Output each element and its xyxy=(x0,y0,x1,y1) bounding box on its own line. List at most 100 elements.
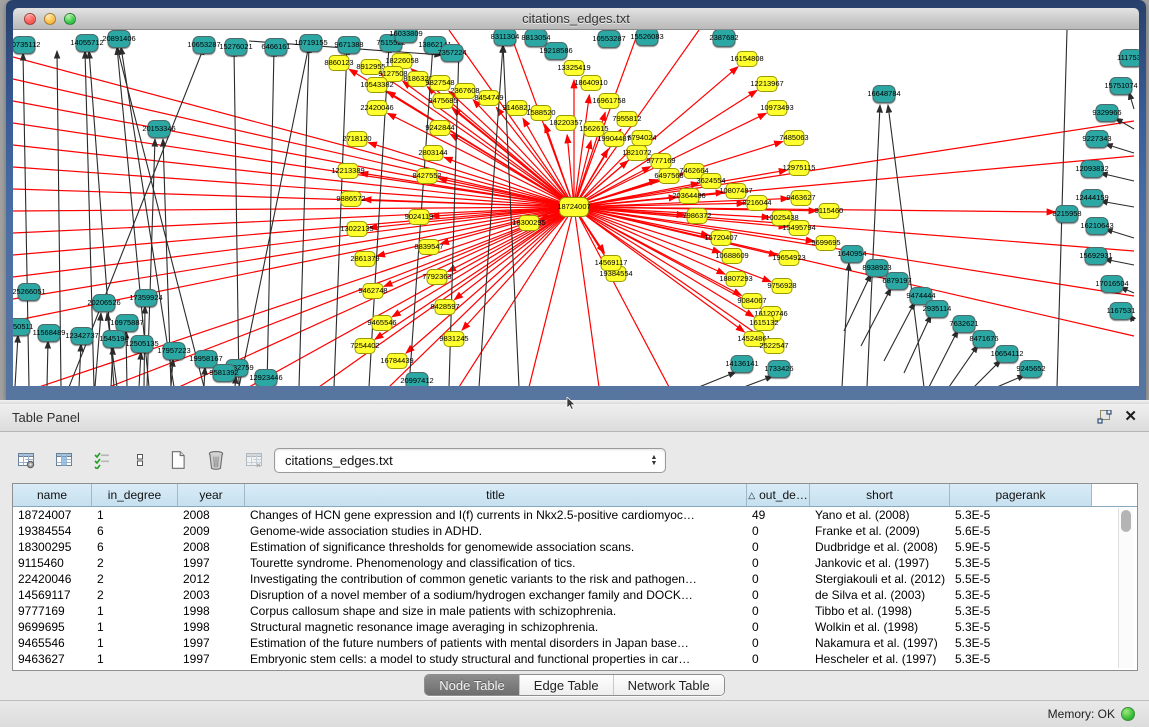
network-node[interactable]: 9227343 xyxy=(1086,130,1109,148)
network-node[interactable]: 10807487 xyxy=(726,183,747,199)
delete-icon[interactable] xyxy=(204,448,228,472)
table-cell[interactable]: 9463627 xyxy=(13,651,92,667)
network-node[interactable]: 13325419 xyxy=(564,60,585,76)
table-row[interactable]: 1830029562008Estimation of significance … xyxy=(13,539,1137,555)
network-node[interactable]: 16784439 xyxy=(387,353,408,369)
network-node[interactable]: 16648784 xyxy=(873,85,896,103)
network-node[interactable]: 8427552 xyxy=(417,168,438,184)
table-scrollbar[interactable] xyxy=(1118,508,1133,668)
table-cell[interactable]: 1998 xyxy=(178,619,245,635)
table-cell[interactable]: 1997 xyxy=(178,635,245,651)
network-node[interactable]: 10543382 xyxy=(367,77,388,93)
table-row[interactable]: 1872400712008Changes of HCN gene express… xyxy=(13,507,1137,523)
network-node[interactable]: 7986372 xyxy=(687,208,708,224)
network-node[interactable]: 14136141 xyxy=(731,355,754,373)
table-cell[interactable]: Estimation of significance thresholds fo… xyxy=(245,539,747,555)
network-node[interactable]: 12342737 xyxy=(71,327,94,345)
table-cell[interactable]: Changes of HCN gene expression and I(f) … xyxy=(245,507,747,523)
network-node[interactable]: 9756928 xyxy=(772,278,793,294)
network-node[interactable]: 12444159 xyxy=(1081,189,1104,207)
network-node[interactable]: 10719155 xyxy=(300,34,323,52)
network-node[interactable]: 15692931 xyxy=(1085,247,1108,265)
table-row[interactable]: 946554611997Estimation of the future num… xyxy=(13,635,1137,651)
network-node[interactable]: 12213389 xyxy=(338,163,359,179)
table-cell[interactable]: 2 xyxy=(92,571,178,587)
network-node[interactable]: 20364486 xyxy=(679,188,700,204)
table-cell[interactable]: Tourette syndrome. Phenomenology and cla… xyxy=(245,555,747,571)
column-header-pagerank[interactable]: pagerank xyxy=(950,484,1092,506)
table-row[interactable]: 911546021997Tourette syndrome. Phenomeno… xyxy=(13,555,1137,571)
network-node[interactable]: 16154808 xyxy=(737,51,758,67)
network-node[interactable]: 19654923 xyxy=(779,250,800,266)
table-cell[interactable]: Tibbo et al. (1998) xyxy=(810,603,950,619)
network-node[interactable]: 8454749 xyxy=(479,90,500,106)
table-cell[interactable]: 9465546 xyxy=(13,635,92,651)
network-node[interactable]: 12093832 xyxy=(1081,160,1104,178)
network-node[interactable]: 10654112 xyxy=(996,345,1019,363)
table-cell[interactable]: 1 xyxy=(92,507,178,523)
table-cell[interactable]: 5.3E-5 xyxy=(950,651,1092,667)
table-cell[interactable]: Investigating the contribution of common… xyxy=(245,571,747,587)
table-cell[interactable]: Franke et al. (2009) xyxy=(810,523,950,539)
network-node[interactable]: 8428597 xyxy=(435,299,456,315)
table-cell[interactable]: 0 xyxy=(747,619,810,635)
network-node[interactable]: 13022135 xyxy=(347,221,368,237)
network-node[interactable]: 2522547 xyxy=(764,338,785,354)
network-canvas[interactable]: 2073511214055712208914061065328715276021… xyxy=(13,30,1139,386)
table-row[interactable]: 1938455462009Genome-wide association stu… xyxy=(13,523,1137,539)
network-node[interactable]: 20153346 xyxy=(148,120,171,138)
network-node[interactable]: 1821072 xyxy=(627,145,648,161)
network-node[interactable]: 9115460 xyxy=(819,203,840,219)
table-cell[interactable]: 2008 xyxy=(178,539,245,555)
table-cell[interactable]: 1 xyxy=(92,635,178,651)
table-cell[interactable]: 0 xyxy=(747,603,810,619)
table-settings-icon[interactable] xyxy=(14,448,38,472)
table-cell[interactable]: 1998 xyxy=(178,603,245,619)
network-node[interactable]: 9329966 xyxy=(1096,104,1119,122)
tab-edge-table[interactable]: Edge Table xyxy=(519,675,613,695)
network-node[interactable]: 15751074 xyxy=(1110,77,1133,95)
network-node[interactable]: 7632621 xyxy=(953,315,976,333)
network-node[interactable]: 18724007 xyxy=(559,197,589,217)
network-node[interactable]: 6466161 xyxy=(265,38,288,56)
network-node[interactable]: 9581392 xyxy=(213,364,236,382)
network-node[interactable]: 9024119 xyxy=(409,209,430,225)
network-node[interactable]: 9827548 xyxy=(430,75,451,91)
table-cell[interactable]: 5.6E-5 xyxy=(950,523,1092,539)
network-node[interactable]: 7254402 xyxy=(355,338,376,354)
table-cell[interactable]: 22420046 xyxy=(13,571,92,587)
network-node[interactable]: 1167531 xyxy=(1110,302,1133,320)
network-node[interactable]: 18300295 xyxy=(519,215,540,231)
table-cell[interactable]: 5.3E-5 xyxy=(950,619,1092,635)
network-node[interactable]: 20206526 xyxy=(93,294,116,312)
network-node[interactable]: 18640910 xyxy=(581,75,602,91)
network-node[interactable]: 25266051 xyxy=(18,283,41,301)
network-node[interactable]: 8938923 xyxy=(866,259,889,277)
network-node[interactable]: 15526083 xyxy=(636,30,659,46)
column-header-out-de-[interactable]: △out_de… xyxy=(747,484,810,506)
table-cell[interactable]: 5.9E-5 xyxy=(950,539,1092,555)
table-cell[interactable]: Wolkin et al. (1998) xyxy=(810,619,950,635)
table-cell[interactable]: 5.3E-5 xyxy=(950,635,1092,651)
network-node[interactable]: 7955812 xyxy=(617,111,638,127)
select-checks-icon[interactable] xyxy=(90,448,114,472)
network-node[interactable]: 2861379 xyxy=(355,251,376,267)
table-cell[interactable]: Structural magnetic resonance image aver… xyxy=(245,619,747,635)
network-node[interactable]: 1733426 xyxy=(768,360,791,378)
table-row[interactable]: 977716911998Corpus callosum shape and si… xyxy=(13,603,1137,619)
network-node[interactable]: 11568489 xyxy=(38,324,61,342)
table-cell[interactable]: 2012 xyxy=(178,571,245,587)
table-cell[interactable]: 0 xyxy=(747,587,810,603)
table-cell[interactable]: Dudbridge et al. (2008) xyxy=(810,539,950,555)
network-node[interactable]: 9084067 xyxy=(742,293,763,309)
column-header-name[interactable]: name xyxy=(13,484,92,506)
table-cell[interactable]: Stergiakouli et al. (2012) xyxy=(810,571,950,587)
network-node[interactable]: 9699695 xyxy=(816,235,837,251)
network-node[interactable]: 16961758 xyxy=(599,93,620,109)
network-node[interactable]: 10688609 xyxy=(722,248,743,264)
column-header-year[interactable]: year xyxy=(178,484,245,506)
table-cell[interactable]: Estimation of the future numbers of pati… xyxy=(245,635,747,651)
network-node[interactable]: 12923446 xyxy=(255,369,278,386)
table-cell[interactable]: 2008 xyxy=(178,507,245,523)
table-cell[interactable]: 0 xyxy=(747,539,810,555)
